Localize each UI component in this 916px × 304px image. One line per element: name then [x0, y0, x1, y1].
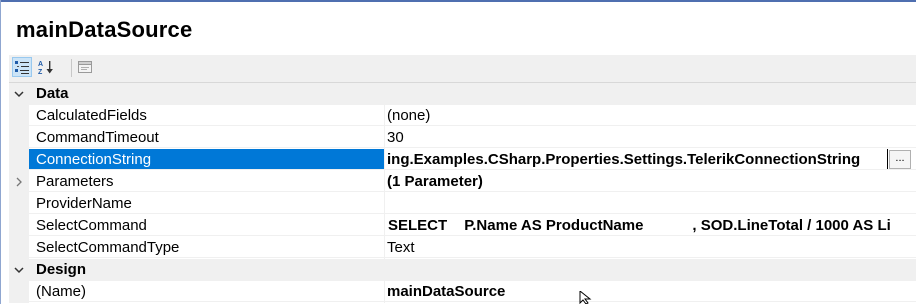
- category-design[interactable]: Design: [9, 259, 916, 281]
- category-data[interactable]: Data: [9, 83, 916, 105]
- select-column-2: , SOD.LineTotal / 1000 AS Li: [692, 217, 891, 234]
- chevron-down-icon[interactable]: [13, 87, 25, 101]
- category-label: Design: [36, 261, 87, 278]
- property-value[interactable]: (none): [385, 105, 916, 126]
- connection-string-input[interactable]: ing.Examples.CSharp.Properties.Settings.…: [385, 149, 888, 169]
- ellipsis-button[interactable]: ...: [889, 150, 911, 169]
- toolbar-separator: [71, 59, 72, 77]
- category-label: Data: [36, 85, 69, 102]
- select-keyword: SELECT: [388, 217, 448, 234]
- chevron-right-icon[interactable]: [14, 176, 24, 188]
- property-name: ConnectionString: [29, 149, 384, 170]
- window-top-border: [0, 0, 916, 2]
- row-margin: [9, 149, 29, 171]
- property-name: CommandTimeout: [29, 127, 384, 148]
- property-value[interactable]: Text: [385, 237, 916, 258]
- property-row-connectionstring[interactable]: ConnectionString ing.Examples.CSharp.Pro…: [9, 149, 916, 171]
- property-value[interactable]: 30: [385, 127, 916, 148]
- property-name: CalculatedFields: [29, 105, 384, 126]
- property-grid-toolbar: A Z: [9, 55, 916, 83]
- component-title: mainDataSource: [16, 17, 193, 42]
- row-margin: [9, 237, 29, 259]
- property-row-calculatedfields[interactable]: CalculatedFields (none): [9, 105, 916, 127]
- chevron-down-icon[interactable]: [13, 263, 25, 277]
- property-grid: Data CalculatedFields (none) CommandTime…: [9, 83, 916, 304]
- categorized-view-icon[interactable]: [12, 57, 32, 77]
- property-name: ProviderName: [29, 193, 384, 214]
- property-name: SelectCommandType: [29, 237, 384, 258]
- property-row-selectcommand[interactable]: SelectCommand SELECT P.Name AS ProductNam…: [9, 215, 916, 237]
- alphabetical-sort-icon[interactable]: A Z: [36, 57, 56, 77]
- svg-text:A: A: [38, 61, 43, 68]
- property-row-providername[interactable]: ProviderName: [9, 193, 916, 215]
- property-row-parameters[interactable]: Parameters (1 Parameter): [9, 171, 916, 193]
- row-margin: [9, 127, 29, 149]
- row-margin: [9, 281, 29, 303]
- property-name: SelectCommand: [29, 215, 384, 236]
- property-name: (Name): [29, 281, 384, 302]
- property-row-name[interactable]: (Name) mainDataSource: [9, 281, 916, 303]
- property-value[interactable]: SELECT P.Name AS ProductName , SOD.LineTot…: [385, 215, 916, 236]
- row-margin: [9, 193, 29, 215]
- property-row-selectcommandtype[interactable]: SelectCommandType Text: [9, 237, 916, 259]
- property-value[interactable]: (1 Parameter): [385, 171, 916, 192]
- property-pages-icon[interactable]: [75, 57, 95, 77]
- mouse-cursor-icon: [579, 291, 592, 304]
- property-name: Parameters: [29, 171, 384, 192]
- property-row-commandtimeout[interactable]: CommandTimeout 30: [9, 127, 916, 149]
- row-margin: [9, 105, 29, 127]
- select-column-1: P.Name AS ProductName: [464, 217, 644, 234]
- window-left-border: [0, 0, 1, 304]
- property-value[interactable]: [385, 193, 916, 214]
- row-margin: [9, 215, 29, 237]
- row-margin: [9, 171, 29, 193]
- property-value-editor[interactable]: ing.Examples.CSharp.Properties.Settings.…: [385, 149, 916, 170]
- property-value[interactable]: mainDataSource: [385, 281, 916, 302]
- svg-text:Z: Z: [38, 69, 43, 75]
